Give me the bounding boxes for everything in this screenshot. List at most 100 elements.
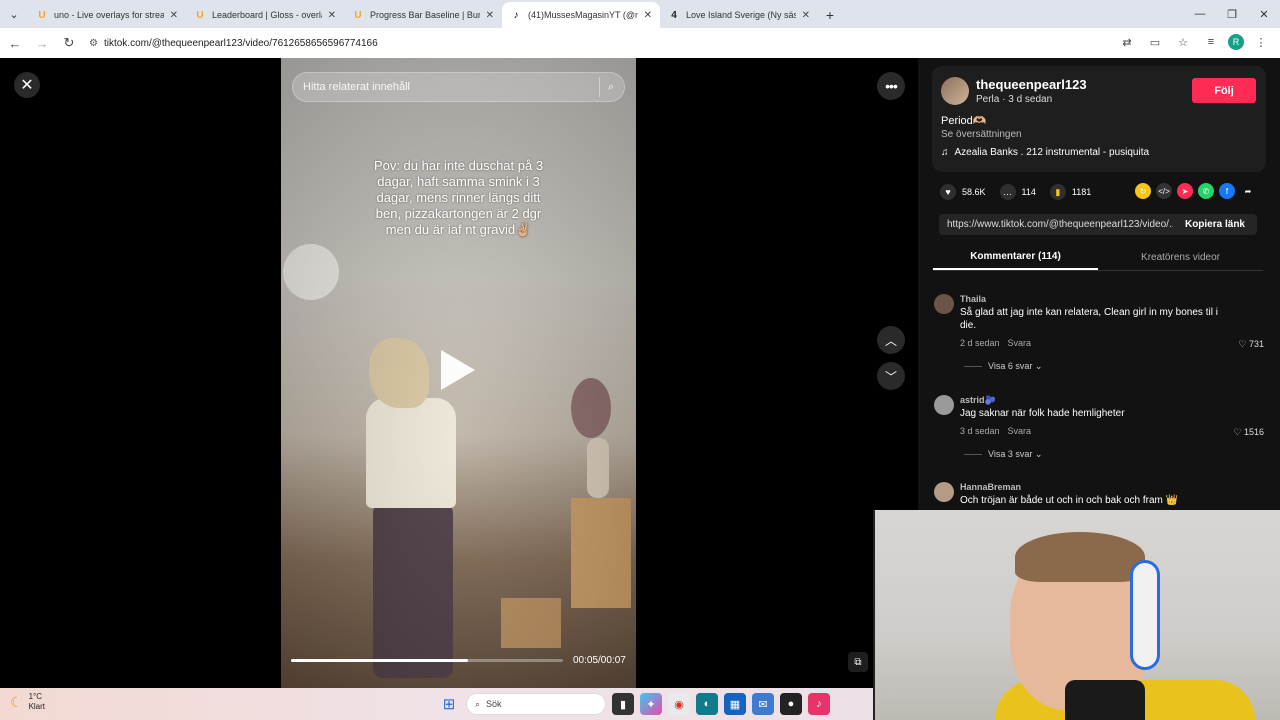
progress-fill (291, 659, 468, 662)
send-icon[interactable]: ➤ (1177, 183, 1193, 199)
window-close-icon[interactable]: ✕ (1248, 0, 1280, 28)
related-search-input[interactable]: Hitta relaterat innehåll ⌕ (292, 72, 625, 102)
comment-text: Jag saknar när folk hade hemligheter (960, 408, 1125, 419)
close-tab-icon[interactable]: ✕ (802, 10, 810, 21)
close-tab-icon[interactable]: ✕ (328, 10, 336, 21)
windows-taskbar: ☾ 1°C Klart ⊞ ⌕ Sök ▮ ✦ ◉ ◐ ▦ ✉ ● ♪ (0, 688, 873, 720)
back-icon[interactable]: ← (3, 31, 27, 55)
commenter-avatar[interactable] (934, 395, 954, 415)
tab-creator-videos[interactable]: Kreatörens videor (1098, 244, 1263, 270)
comment-time: 3 d sedan (960, 426, 1000, 436)
browser-tabbar: ⌄ U uno - Live overlays for streamin ✕ U… (0, 0, 1280, 28)
comment-action[interactable]: … 114 (999, 184, 1036, 200)
taskbar-search[interactable]: ⌕ Sök (466, 693, 606, 715)
tv4-favicon-icon: 4 (671, 9, 677, 21)
edge-icon[interactable]: ◐ (696, 693, 718, 715)
tab-list-chevron-icon[interactable]: ⌄ (0, 0, 28, 28)
screen: ⌄ U uno - Live overlays for streamin ✕ U… (0, 0, 1280, 720)
comment-count: 114 (1021, 187, 1036, 197)
weather-widget[interactable]: ☾ 1°C Klart (10, 692, 45, 712)
author-meta: Perla · 3 d sedan (976, 94, 1053, 105)
share-buttons: ↻ </> ➤ ✆ f ➦ (1135, 183, 1256, 199)
picture-in-picture-icon[interactable]: ⧉ (848, 652, 868, 672)
close-tab-icon[interactable]: ✕ (170, 10, 178, 21)
reload-icon[interactable]: ↻ (57, 31, 81, 55)
bookmark-star-icon[interactable]: ☆ (1172, 31, 1194, 53)
profile-avatar-icon[interactable]: R (1228, 34, 1244, 50)
music-info[interactable]: ♫ Azealia Banks . 212 instrumental - pus… (941, 147, 1149, 158)
author-username[interactable]: thequeenpearl123 (976, 77, 1087, 92)
tab-comments[interactable]: Kommentarer (114) (933, 244, 1098, 270)
play-icon[interactable] (441, 350, 475, 390)
browser-tab-5[interactable]: 4 Love Island Sverige (Ny säsong) ✕ (660, 2, 818, 28)
share-arrow-icon[interactable]: ➦ (1240, 183, 1256, 199)
new-tab-icon[interactable]: + (818, 2, 842, 28)
cast-icon[interactable]: ▭ (1144, 31, 1166, 53)
comment-likes[interactable]: ♡ 1516 (1233, 427, 1264, 438)
commenter-avatar[interactable] (934, 482, 954, 502)
restore-icon[interactable]: ❐ (1216, 0, 1248, 28)
view-replies-button[interactable]: Visa 6 svar ⌄ (964, 361, 1042, 372)
translate-icon[interactable]: ⇄ (1116, 31, 1138, 53)
like-action[interactable]: ♥ 58.6K (940, 184, 986, 200)
repost-icon[interactable]: ↻ (1135, 183, 1151, 199)
comment-meta: 3 d sedan Svara (960, 426, 1031, 436)
video-player[interactable]: Hitta relaterat innehåll ⌕ Pov: du har i… (281, 58, 636, 688)
commenter-name[interactable]: astrid🫐 (960, 395, 996, 406)
close-tab-icon[interactable]: ✕ (486, 10, 494, 21)
site-info-icon[interactable]: ⚙ (89, 38, 98, 49)
view-replies-button[interactable]: Visa 3 svar ⌄ (964, 449, 1042, 460)
tiktok-app-icon[interactable]: ♪ (808, 693, 830, 715)
facebook-icon[interactable]: f (1219, 183, 1235, 199)
commenter-name[interactable]: Thaila (960, 294, 986, 304)
reply-button[interactable]: Svara (1008, 338, 1032, 348)
browser-tab-2[interactable]: U Leaderboard | Gloss - overlays.u ✕ (186, 2, 344, 28)
browser-tab-3[interactable]: U Progress Bar Baseline | Burst - o ✕ (344, 2, 502, 28)
moon-weather-icon: ☾ (10, 693, 23, 710)
more-options-button[interactable]: ••• (877, 72, 905, 100)
tiktok-favicon-icon: ♪ (513, 9, 519, 21)
comment-likes[interactable]: ♡ 731 (1238, 339, 1264, 350)
save-action[interactable]: ▮ 1181 (1049, 184, 1091, 200)
copilot-icon[interactable]: ✦ (640, 693, 662, 715)
url-field[interactable]: ⚙ tiktok.com/@thequeenpearl123/video/761… (89, 38, 378, 49)
commenter-name[interactable]: HannaBreman (960, 482, 1021, 492)
comment-like-count: 731 (1248, 339, 1264, 349)
close-tab-icon[interactable]: ✕ (644, 10, 652, 21)
embed-icon[interactable]: </> (1156, 183, 1172, 199)
minimize-icon[interactable]: — (1184, 0, 1216, 28)
forward-icon[interactable]: → (30, 31, 54, 55)
taskbar-search-label: Sök (486, 699, 502, 709)
search-icon[interactable]: ⌕ (608, 81, 614, 94)
uno-favicon-icon: U (38, 9, 46, 21)
obs-icon[interactable]: ● (780, 693, 802, 715)
heart-outline-icon: ♡ (1233, 427, 1242, 437)
reply-button[interactable]: Svara (1008, 426, 1032, 436)
menu-kebab-icon[interactable]: ⋮ (1250, 31, 1272, 53)
headset-shape (1130, 560, 1160, 670)
store-icon[interactable]: ▦ (724, 693, 746, 715)
follow-button[interactable]: Följ (1192, 78, 1256, 103)
commenter-avatar[interactable] (934, 294, 954, 314)
copy-link-button[interactable]: Kopiera länk (1173, 219, 1257, 230)
share-link-text[interactable]: https://www.tiktok.com/@thequeenpearl123… (939, 219, 1173, 230)
toolbar-actions: ⇄ ▭ ☆ ≡ R ⋮ (1116, 31, 1272, 53)
whatsapp-icon[interactable]: ✆ (1198, 183, 1214, 199)
like-count: 58.6K (962, 187, 986, 197)
uno-favicon-icon: U (196, 9, 204, 21)
author-avatar[interactable] (941, 77, 969, 105)
browser-tab-1[interactable]: U uno - Live overlays for streamin ✕ (28, 2, 186, 28)
video-progress-bar[interactable] (291, 659, 563, 662)
tab-search-icon[interactable]: ≡ (1200, 31, 1222, 53)
windows-start-icon[interactable]: ⊞ (438, 693, 460, 715)
comment-item: Thaila Så glad att jag inte kan relatera… (934, 294, 1264, 384)
close-video-button[interactable]: ✕ (14, 72, 40, 98)
comment-item: astrid🫐 Jag saknar när folk hade hemligh… (934, 395, 1264, 475)
previous-video-button[interactable]: ︿ (877, 326, 905, 354)
browser-tab-4[interactable]: ♪ (41)MussesMagasinYT (@musse ✕ (502, 2, 660, 28)
task-view-icon[interactable]: ▮ (612, 693, 634, 715)
next-video-button[interactable]: ﹀ (877, 362, 905, 390)
outlook-icon[interactable]: ✉ (752, 693, 774, 715)
chrome-icon[interactable]: ◉ (668, 693, 690, 715)
see-translation-link[interactable]: Se översättningen (941, 129, 1022, 140)
